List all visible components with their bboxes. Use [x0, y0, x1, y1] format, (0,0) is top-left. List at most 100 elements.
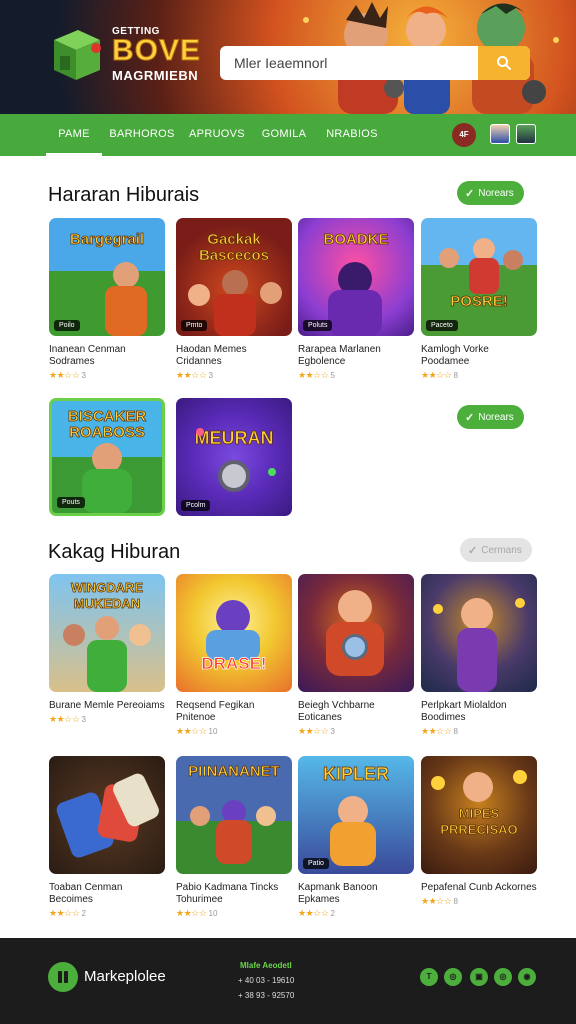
game-thumbnail[interactable]: [421, 574, 537, 692]
star-rating-icon: ★★☆☆: [298, 908, 329, 918]
search-bar: [220, 46, 530, 80]
nav-item-gomila[interactable]: GOMILA: [258, 114, 310, 156]
game-thumbnail-title: BOADKE: [323, 231, 389, 248]
game-thumbnail[interactable]: DRASE!: [176, 574, 292, 692]
nav-item-nrabios[interactable]: NRABIOS: [322, 114, 382, 156]
nav-item-apruovs[interactable]: APRUOVS: [184, 114, 250, 156]
marketplace-logo-icon[interactable]: [48, 962, 78, 992]
game-thumbnail[interactable]: MEURAN Pcolm: [176, 398, 292, 516]
filter-pill[interactable]: ✓ Cermans: [460, 538, 532, 562]
game-name[interactable]: Kamlogh Vorke Poodamee: [421, 344, 537, 368]
game-card[interactable]: KIPLER Patio Kapmank Banoon Epkames ★★☆☆…: [298, 756, 414, 919]
star-rating-icon: ★★☆☆: [176, 908, 207, 918]
footer-phone: + 38 93 - 92570: [238, 991, 295, 1000]
star-rating-icon: ★★☆☆: [49, 908, 80, 918]
game-thumbnail-title: DRASE!: [201, 654, 267, 673]
social-icon[interactable]: ◎: [494, 968, 512, 986]
game-name[interactable]: Beiegh Vchbarne Eoticanes: [298, 700, 414, 724]
game-thumbnail[interactable]: WINGDARE MUKEDAN: [49, 574, 165, 692]
game-thumbnail-title: KIPLER: [322, 764, 390, 784]
game-card[interactable]: BOADKE Poluts Rarapea Marlanen Egbolence…: [298, 218, 414, 381]
star-rating-icon: ★★☆☆: [176, 370, 207, 380]
search-input[interactable]: [220, 46, 478, 80]
game-rating: ★★☆☆ 3: [49, 370, 86, 380]
game-name[interactable]: Haodan Memes Cridannes: [176, 344, 292, 368]
game-thumbnail[interactable]: KIPLER Patio: [298, 756, 414, 874]
star-rating-icon: ★★☆☆: [298, 370, 329, 380]
check-icon: ✓: [465, 411, 475, 424]
star-rating-icon: ★★☆☆: [298, 726, 329, 736]
game-tag: Pcolm: [181, 500, 211, 511]
game-thumbnail[interactable]: MIPES PRRECISAO: [421, 756, 537, 874]
game-rating: ★★☆☆ 3: [49, 714, 86, 724]
game-thumbnail[interactable]: [298, 574, 414, 692]
game-thumbnail-title: MIPES PRRECISAO: [440, 806, 518, 838]
page: GETTING BOVE MAGRMIEBN PAME BARHOROS APR…: [0, 0, 576, 1024]
section-title-hiburais: Hararan Hiburais: [48, 184, 200, 206]
game-card[interactable]: Gackak Bascecos Pmto Haodan Memes Cridan…: [176, 218, 292, 381]
game-name[interactable]: Rarapea Marlanen Egbolence: [298, 344, 414, 368]
game-thumbnail[interactable]: [49, 756, 165, 874]
game-thumbnail[interactable]: PIINANANET: [176, 756, 292, 874]
logo-wordmark: BOVE: [111, 34, 202, 67]
game-name[interactable]: Pepafenal Cunb Ackornes: [421, 882, 537, 894]
game-card[interactable]: MEURAN Pcolm: [176, 398, 292, 516]
twitter-icon[interactable]: T: [420, 968, 438, 986]
social-icon[interactable]: ▣: [470, 968, 488, 986]
game-card[interactable]: DRASE! Reqsend Fegikan Pnitenoe ★★☆☆ 10: [176, 574, 292, 737]
game-tag: Paceto: [426, 320, 458, 331]
star-rating-icon: ★★☆☆: [421, 896, 452, 906]
game-name[interactable]: Burane Memle Pereoiams: [49, 700, 165, 712]
user-avatar[interactable]: [490, 124, 510, 144]
nav-item-barhoros[interactable]: BARHOROS: [108, 114, 176, 156]
nav-item-pame[interactable]: PAME: [46, 114, 102, 162]
game-rating: ★★☆☆ 3: [176, 370, 213, 380]
game-rating: ★★☆☆ 8: [421, 370, 458, 380]
game-thumbnail[interactable]: Gackak Bascecos Pmto: [176, 218, 292, 336]
game-card[interactable]: WINGDARE MUKEDAN Burane Memle Pereoiams …: [49, 574, 165, 725]
game-name[interactable]: Inanean Cenman Sodrames: [49, 344, 165, 368]
game-name[interactable]: Toaban Cenman Becoimes: [49, 882, 165, 906]
game-card[interactable]: Bargegrail Poilo Inanean Cenman Sodrames…: [49, 218, 165, 381]
game-tag: Pouts: [57, 497, 85, 508]
game-card[interactable]: Perlpkart Miolaldon Boodimes ★★☆☆ 8: [421, 574, 537, 737]
game-tag: Poluts: [303, 320, 333, 331]
recommended-pill[interactable]: ✓ Norears: [457, 181, 524, 205]
game-tag: Poilo: [54, 320, 80, 331]
game-thumbnail[interactable]: Bargegrail Poilo: [49, 218, 165, 336]
game-thumbnail[interactable]: POSRE! Paceto: [421, 218, 537, 336]
game-name[interactable]: Kapmank Banoon Epkames: [298, 882, 414, 906]
star-rating-icon: ★★☆☆: [49, 370, 80, 380]
game-card[interactable]: MIPES PRRECISAO Pepafenal Cunb Ackornes …: [421, 756, 537, 907]
game-card[interactable]: Toaban Cenman Becoimes ★★☆☆ 2: [49, 756, 165, 919]
instagram-icon[interactable]: ◎: [444, 968, 462, 986]
recommended-pill[interactable]: ✓ Norears: [457, 405, 524, 429]
game-thumbnail-title: BISCAKER ROABOSS: [67, 408, 147, 441]
pill-label: Cermans: [481, 544, 522, 556]
game-card[interactable]: BISCAKER ROABOSS Pouts: [49, 398, 165, 516]
nav-badge[interactable]: 4F: [452, 123, 476, 147]
pause-icon: [58, 971, 68, 983]
game-name[interactable]: Reqsend Fegikan Pnitenoe: [176, 700, 292, 724]
site-logo[interactable]: GETTING BOVE MAGRMIEBN: [48, 22, 218, 92]
game-rating: ★★☆☆ 5: [298, 370, 335, 380]
game-thumbnail-title: POSRE!: [450, 293, 508, 310]
game-name[interactable]: Pabio Kadmana Tincks Tohurimee: [176, 882, 292, 906]
footer-contact-title: Mlafe Aeodetl: [240, 961, 292, 970]
game-name[interactable]: Perlpkart Miolaldon Boodimes: [421, 700, 537, 724]
game-thumbnail[interactable]: BISCAKER ROABOSS Pouts: [49, 398, 165, 516]
search-button[interactable]: [478, 46, 530, 80]
section-title-kakag-hiburan: Kakag Hiburan: [48, 541, 181, 563]
game-card[interactable]: POSRE! Paceto Kamlogh Vorke Poodamee ★★☆…: [421, 218, 537, 381]
game-card[interactable]: PIINANANET Pabio Kadmana Tincks Tohurime…: [176, 756, 292, 919]
social-icon[interactable]: ◉: [518, 968, 536, 986]
game-thumbnail[interactable]: BOADKE Poluts: [298, 218, 414, 336]
game-tag: Patio: [303, 858, 329, 869]
user-avatar[interactable]: [516, 124, 536, 144]
game-tag: Pmto: [181, 320, 208, 331]
game-rating: ★★☆☆ 8: [421, 896, 458, 906]
game-rating: ★★☆☆ 3: [298, 726, 335, 736]
footer-brand[interactable]: Markeplolee: [84, 968, 166, 985]
logo-subtitle: MAGRMIEBN: [112, 68, 199, 83]
game-card[interactable]: Beiegh Vchbarne Eoticanes ★★☆☆ 3: [298, 574, 414, 737]
